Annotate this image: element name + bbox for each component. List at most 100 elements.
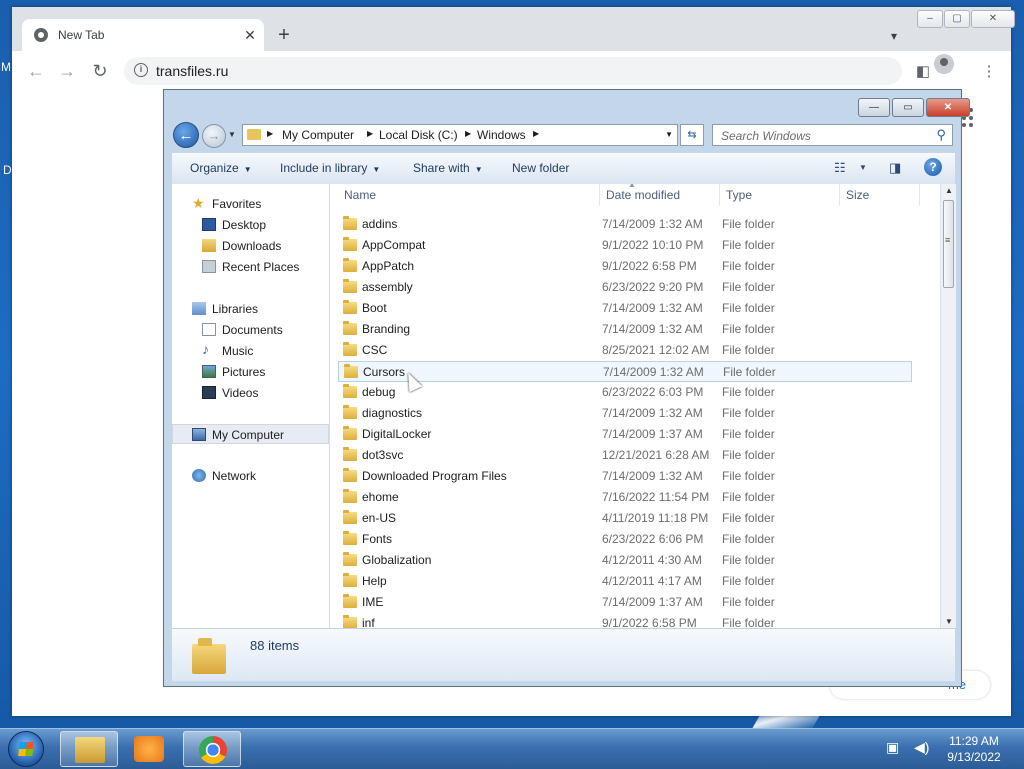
tab-search-icon[interactable]: ▾ — [882, 24, 906, 48]
file-row[interactable]: assembly 6/23/2022 9:20 PM File folder — [338, 277, 912, 298]
preview-pane-icon[interactable]: ◨ — [889, 160, 901, 176]
chrome-window-controls: – ▢ ✕ — [916, 10, 1015, 28]
breadcrumb-windows[interactable]: Windows — [477, 128, 526, 142]
pictures-icon — [202, 365, 216, 378]
breadcrumb-arrow-icon[interactable]: ▶ — [367, 129, 373, 138]
file-row[interactable]: Branding 7/14/2009 1:32 AM File folder — [338, 319, 912, 340]
profile-avatar-icon[interactable] — [934, 54, 954, 74]
new-tab-button[interactable]: + — [272, 23, 296, 47]
folder-icon — [343, 258, 357, 272]
recent-pages-dropdown-icon[interactable]: ▼ — [228, 130, 236, 139]
folder-icon — [343, 342, 357, 356]
reload-button[interactable]: ↻ — [88, 59, 112, 83]
file-row[interactable]: IME 7/14/2009 1:37 AM File folder — [338, 592, 912, 613]
file-row[interactable]: debug 6/23/2022 6:03 PM File folder — [338, 382, 912, 403]
scroll-up-icon[interactable]: ▲ — [945, 186, 953, 195]
forward-button[interactable]: → — [55, 59, 79, 83]
tray-network-icon[interactable]: ▣ — [886, 739, 899, 756]
file-type: File folder — [722, 511, 775, 525]
file-name: IME — [362, 595, 384, 609]
nav-music[interactable]: ♪ Music — [172, 341, 329, 361]
explorer-maximize-button[interactable]: ▭ — [892, 98, 924, 117]
address-bar[interactable]: i transfiles.ru — [124, 57, 902, 85]
column-header-size[interactable]: Size — [840, 184, 920, 206]
file-row[interactable]: ehome 7/16/2022 11:54 PM File folder — [338, 487, 912, 508]
file-row[interactable]: Boot 7/14/2009 1:32 AM File folder — [338, 298, 912, 319]
file-row[interactable]: Cursors 7/14/2009 1:32 AM File folder — [338, 361, 912, 382]
file-row[interactable]: Help 4/12/2011 4:17 AM File folder — [338, 571, 912, 592]
nav-recent-places[interactable]: Recent Places — [172, 257, 329, 277]
organize-button[interactable]: Organize ▼ — [190, 161, 252, 175]
explorer-search-input[interactable]: Search Windows ⚲ — [712, 124, 953, 146]
scroll-down-icon[interactable]: ▼ — [945, 617, 953, 626]
nav-videos[interactable]: Videos — [172, 383, 329, 403]
file-type: File folder — [722, 343, 775, 357]
file-type: File folder — [722, 616, 775, 628]
new-folder-button[interactable]: New folder — [512, 161, 569, 175]
change-view-icon[interactable]: ☷ — [834, 160, 846, 176]
nav-network[interactable]: Network — [172, 466, 329, 486]
explorer-forward-button[interactable]: → — [202, 124, 226, 148]
view-dropdown-icon[interactable]: ▼ — [859, 163, 867, 172]
taskbar-clock[interactable]: 11:29 AM 9/13/2022 — [940, 733, 1008, 765]
nav-libraries[interactable]: Libraries — [172, 299, 329, 319]
explorer-close-button[interactable]: ✕ — [926, 98, 970, 117]
file-row[interactable]: inf 9/1/2022 6:58 PM File folder — [338, 613, 912, 628]
address-dropdown-icon[interactable]: ▼ — [665, 130, 673, 139]
tab-close-icon[interactable]: ✕ — [240, 25, 260, 45]
file-row[interactable]: Fonts 6/23/2022 6:06 PM File folder — [338, 529, 912, 550]
nav-pictures[interactable]: Pictures — [172, 362, 329, 382]
back-button[interactable]: ← — [24, 59, 48, 83]
file-row[interactable]: Globalization 4/12/2011 4:30 AM File folde… — [338, 550, 912, 571]
help-icon[interactable]: ? — [924, 158, 942, 176]
nav-favorites[interactable]: ★ Favorites — [172, 194, 329, 214]
nav-documents[interactable]: Documents — [172, 320, 329, 340]
site-info-icon[interactable]: i — [134, 63, 148, 77]
minimize-button[interactable]: – — [917, 10, 943, 28]
file-name: AppPatch — [362, 259, 415, 273]
refresh-icon[interactable]: ⇆ — [680, 124, 704, 146]
folder-icon — [343, 489, 357, 503]
side-panel-icon[interactable]: ◧ — [912, 61, 934, 83]
vertical-scrollbar[interactable]: ▲ ▼ — [940, 184, 956, 628]
explorer-address-bar[interactable]: ▶ My Computer ▶ Local Disk (C:) ▶ Window… — [242, 124, 678, 146]
search-icon[interactable]: ⚲ — [936, 127, 946, 143]
file-row[interactable]: Downloaded Program Files 7/14/2009 1:32 A… — [338, 466, 912, 487]
taskbar-media-player-button[interactable] — [120, 731, 178, 767]
restore-button[interactable]: ▢ — [944, 10, 970, 28]
explorer-minimize-button[interactable]: — — [858, 98, 890, 117]
breadcrumb-my-computer[interactable]: My Computer — [282, 128, 354, 142]
taskbar-explorer-button[interactable] — [60, 731, 118, 767]
file-type: File folder — [722, 322, 775, 336]
breadcrumb-arrow-icon[interactable]: ▶ — [267, 129, 273, 138]
close-button[interactable]: ✕ — [971, 10, 1015, 28]
breadcrumb-arrow-icon[interactable]: ▶ — [465, 129, 471, 138]
file-row[interactable]: diagnostics 7/14/2009 1:32 AM File folder — [338, 403, 912, 424]
column-header-name[interactable]: Name — [338, 184, 600, 206]
nav-downloads[interactable]: Downloads — [172, 236, 329, 256]
file-row[interactable]: DigitalLocker 7/14/2009 1:37 AM File folde… — [338, 424, 912, 445]
file-row[interactable]: en-US 4/11/2019 11:18 PM File folder — [338, 508, 912, 529]
start-button[interactable] — [8, 731, 44, 767]
file-row[interactable]: AppPatch 9/1/2022 6:58 PM File folder — [338, 256, 912, 277]
menu-icon[interactable]: ⋮ — [978, 61, 1000, 83]
file-row[interactable]: AppCompat 9/1/2022 10:10 PM File folder — [338, 235, 912, 256]
nav-my-computer[interactable]: My Computer — [172, 424, 329, 444]
column-header-date-modified[interactable]: Date modified — [600, 184, 720, 206]
tray-volume-icon[interactable]: ◀) — [914, 739, 929, 756]
column-header-type[interactable]: Type — [720, 184, 840, 206]
explorer-back-button[interactable]: ← — [173, 122, 199, 148]
clock-date: 9/13/2022 — [947, 750, 1001, 764]
browser-tab[interactable]: New Tab ✕ — [22, 19, 264, 51]
file-row[interactable]: dot3svc 12/21/2021 6:28 AM File folder — [338, 445, 912, 466]
file-row[interactable]: CSC 8/25/2021 12:02 AM File folder — [338, 340, 912, 361]
share-with-button[interactable]: Share with ▼ — [413, 161, 483, 175]
file-row[interactable]: addins 7/14/2009 1:32 AM File folder — [338, 214, 912, 235]
breadcrumb-arrow-icon[interactable]: ▶ — [533, 129, 539, 138]
breadcrumb-local-disk[interactable]: Local Disk (C:) — [379, 128, 458, 142]
nav-desktop[interactable]: Desktop — [172, 215, 329, 235]
folder-icon — [344, 364, 358, 378]
taskbar-chrome-button[interactable] — [183, 731, 241, 767]
scroll-thumb[interactable] — [943, 200, 954, 288]
include-in-library-button[interactable]: Include in library ▼ — [280, 161, 380, 175]
